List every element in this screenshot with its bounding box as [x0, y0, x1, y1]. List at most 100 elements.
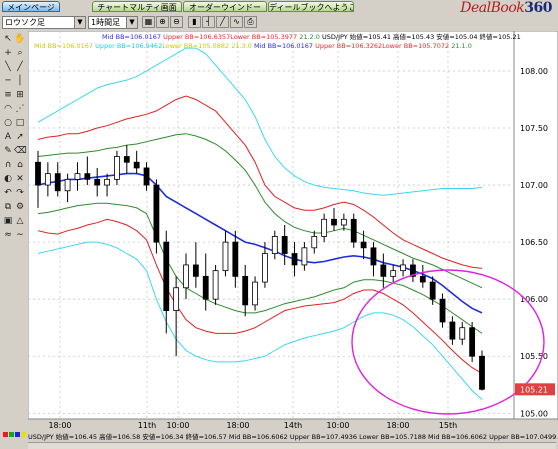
current-price-label: 105.21: [520, 385, 548, 394]
candle: [212, 270, 219, 300]
pencil-icon[interactable]: ✎: [2, 145, 14, 157]
candle: [439, 298, 446, 323]
horizontal-scrollbar[interactable]: [28, 442, 556, 449]
alert-icon[interactable]: △: [14, 215, 26, 227]
candle: [271, 236, 278, 254]
status-square-icon: [3, 432, 8, 437]
zoom-in-icon[interactable]: ⊕: [156, 16, 169, 28]
candle: [281, 236, 288, 254]
candle: [262, 253, 268, 283]
time-tick-label: 10:00: [326, 421, 349, 430]
copy-icon[interactable]: ⧉: [2, 201, 14, 213]
lock-icon[interactable]: ⌂: [14, 159, 26, 171]
legend-params: 21.2.0: [299, 33, 320, 41]
vline-icon[interactable]: │: [14, 75, 26, 87]
cursor-icon[interactable]: ↖: [2, 33, 14, 45]
candle: [301, 247, 308, 266]
hand-icon[interactable]: ✋: [14, 33, 26, 45]
color-icon[interactable]: ◐: [2, 173, 14, 185]
timeframe-value: 1時間足: [91, 18, 121, 27]
candle: [380, 264, 387, 277]
legend-mid: Mid BB=106.0167: [102, 33, 161, 41]
timeframe-select[interactable]: 1時間足 ▼: [88, 16, 138, 29]
candle: [44, 173, 51, 186]
redo-icon[interactable]: ↷: [14, 187, 26, 199]
time-tick-label: 18:00: [48, 421, 71, 430]
arc-icon[interactable]: ◠: [2, 103, 14, 115]
price-tick-label: 106.00: [520, 295, 548, 304]
candle: [54, 173, 61, 192]
bar-icon[interactable]: ┤: [202, 16, 215, 28]
candle: [94, 178, 101, 186]
candle: [479, 355, 485, 390]
indicator-icon[interactable]: ∿: [230, 16, 243, 28]
price-tick-label: 106.50: [520, 238, 548, 247]
grid-icon[interactable]: ▦: [142, 16, 155, 28]
circle-icon[interactable]: ○: [2, 117, 14, 129]
delete-icon[interactable]: ✕: [14, 173, 26, 185]
chevron-down-icon: ▼: [126, 17, 137, 28]
candle-icon[interactable]: ▮: [188, 16, 201, 28]
tab-main-page[interactable]: メインページ: [2, 1, 60, 12]
undo-icon[interactable]: ↶: [2, 187, 14, 199]
legend-line-1: Mid BB=106.0167 Upper BB=106.6357Lower B…: [102, 33, 521, 41]
candle: [252, 281, 258, 306]
candle: [469, 327, 476, 357]
price-tick-label: 107.00: [520, 181, 548, 190]
print-icon[interactable]: ⎙: [244, 16, 257, 28]
status-bar: USD/JPY 始値=106.45 高値=106.58 安値=106.34 終値…: [0, 431, 558, 449]
bb-indicator-icon[interactable]: ≈: [2, 229, 14, 241]
price-chart[interactable]: 108.00 107.50 107.00 106.50 106.00 105.50 105.…: [28, 31, 558, 431]
crosshair-icon[interactable]: +: [2, 47, 14, 59]
candle: [123, 156, 130, 163]
candle: [459, 327, 466, 340]
status-square-icon: [9, 432, 14, 437]
candle: [143, 167, 150, 186]
channel-icon[interactable]: ≡: [2, 89, 14, 101]
candle: [340, 218, 347, 226]
plot-background: [28, 31, 515, 420]
fib-icon[interactable]: ⊞: [14, 89, 26, 101]
magnet-icon[interactable]: ∩: [2, 159, 14, 171]
price-tick-label: 107.50: [520, 124, 548, 133]
candle: [192, 264, 199, 277]
candle: [104, 178, 110, 186]
save-icon[interactable]: ▣: [2, 215, 14, 227]
candle: [242, 275, 249, 306]
zoom-out-icon[interactable]: ⊖: [170, 16, 183, 28]
legend-upper: Upper BB=106.6357: [163, 33, 231, 41]
ray-icon[interactable]: ╱: [14, 61, 26, 73]
candle: [74, 173, 81, 180]
ma-indicator-icon[interactable]: ∼: [14, 229, 26, 241]
tab-chart-multi[interactable]: チャートマルティ画面: [92, 1, 182, 12]
zoom-icon[interactable]: ⌕: [14, 47, 26, 59]
legend-params-2: 21.1.0: [451, 42, 472, 50]
price-tick-label: 105.50: [520, 352, 548, 361]
line-icon[interactable]: ╱: [216, 16, 229, 28]
tab-bar: メインページ チャートマルティ画面 オーダーウインドー ディールブックへようこそ…: [0, 0, 558, 16]
time-tick-label: 18:00: [386, 421, 409, 430]
chart-type-select[interactable]: ロウソク足 ▼: [2, 16, 86, 29]
candle: [232, 241, 239, 277]
trendline-icon[interactable]: ╲: [2, 61, 14, 73]
text-icon[interactable]: A: [2, 131, 14, 143]
rect-icon[interactable]: □: [14, 117, 26, 129]
legend-params: 21.3.0: [231, 42, 252, 50]
candle: [321, 218, 328, 237]
tab-dealbook-welcome[interactable]: ディールブックへようこそ: [268, 1, 354, 12]
hline-icon[interactable]: ─: [2, 75, 14, 87]
arrow-icon[interactable]: ➚: [14, 131, 26, 143]
candle: [400, 264, 406, 272]
candle: [370, 247, 377, 266]
chart-area[interactable]: 108.00 107.50 107.00 106.50 106.00 105.50 105.…: [28, 31, 558, 431]
eraser-icon[interactable]: ⌫: [14, 145, 27, 157]
legend-pair: USD/JPY 始値=105.41 高値=105.43 安値=105.04 終値…: [321, 33, 521, 41]
fan-icon[interactable]: ⋰: [14, 103, 26, 115]
tab-order-window[interactable]: オーダーウインドー: [183, 1, 267, 12]
settings-icon[interactable]: ⚙: [14, 201, 26, 213]
candle: [350, 218, 357, 243]
candle: [163, 241, 170, 311]
candle: [183, 264, 189, 289]
candle: [153, 184, 160, 243]
candle: [311, 236, 318, 249]
